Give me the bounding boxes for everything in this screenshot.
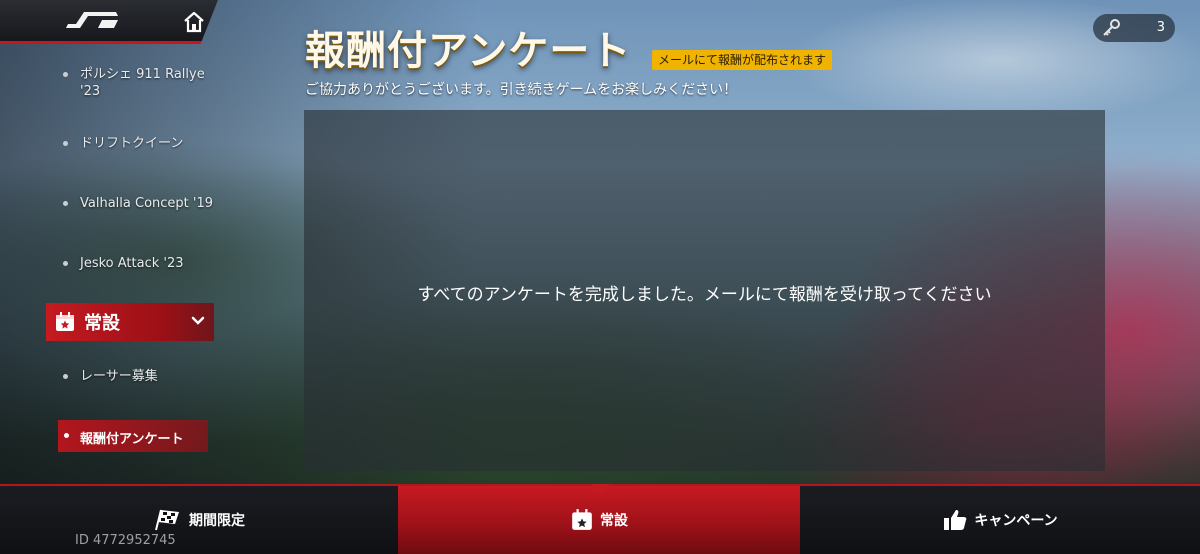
chevron-down-icon (191, 316, 205, 325)
bottom-tab-bar: 期間限定 常設 キャンペーン (0, 484, 1200, 554)
mail-reward-badge: メールにて報酬が配布されます (652, 50, 833, 70)
logo-icon (66, 12, 118, 28)
tab-label: キャンペーン (974, 513, 1058, 529)
bullet-icon (64, 433, 69, 438)
sidebar-item-label: レーサー募集 (80, 369, 158, 384)
key-icon (1103, 19, 1120, 36)
page-title: 報酬付アンケート (305, 28, 632, 74)
sidebar: ポルシェ 911 Rallye '23 ドリフトクイーン Valhalla Co… (0, 50, 220, 480)
section-header-permanent[interactable]: 常設 (46, 303, 214, 341)
sidebar-item-label: 報酬付アンケート (80, 432, 184, 447)
user-id: ID 4772952745 (75, 533, 176, 548)
thumbs-up-icon (944, 510, 967, 530)
sidebar-item-valhalla[interactable]: Valhalla Concept '19 (63, 195, 214, 212)
checkered-flag-icon (155, 509, 179, 531)
tab-limited[interactable]: 期間限定 (0, 486, 398, 554)
sidebar-item-label: ドリフトクイーン (80, 136, 184, 151)
survey-panel: すべてのアンケートを完成しました。メールにて報酬を受け取ってください (304, 110, 1105, 471)
sidebar-item-jesko[interactable]: Jesko Attack '23 (63, 255, 214, 272)
key-counter[interactable]: 3 (1093, 14, 1175, 42)
tab-label: 常設 (600, 513, 628, 529)
tab-label: 期間限定 (189, 513, 245, 529)
tab-campaign[interactable]: キャンペーン (800, 486, 1200, 554)
calendar-star-icon (572, 509, 592, 530)
bullet-icon (63, 261, 68, 266)
sidebar-item-label: Jesko Attack '23 (80, 256, 184, 271)
key-count: 3 (1156, 20, 1165, 35)
sidebar-item-label: ポルシェ 911 Rallye '23 (80, 67, 205, 99)
sidebar-item-porsche[interactable]: ポルシェ 911 Rallye '23 (63, 66, 214, 100)
tab-permanent[interactable]: 常設 (398, 486, 800, 554)
bullet-icon (63, 141, 68, 146)
bullet-icon (63, 374, 68, 379)
home-button[interactable] (170, 2, 218, 42)
calendar-star-icon (56, 312, 74, 331)
survey-complete-message: すべてのアンケートを完成しました。メールにて報酬を受け取ってください (417, 285, 992, 305)
sidebar-item-reward-survey[interactable]: 報酬付アンケート (58, 420, 208, 452)
bullet-icon (63, 72, 68, 77)
sidebar-item-label: Valhalla Concept '19 (80, 196, 214, 211)
sidebar-item-drift-queen[interactable]: ドリフトクイーン (63, 135, 214, 152)
page-subtitle: ご協力ありがとうございます。引き続きゲームをお楽しみください！ (305, 82, 738, 98)
section-header-label: 常設 (84, 313, 120, 334)
bullet-icon (63, 201, 68, 206)
home-icon (184, 11, 204, 33)
active-tab-indicator (592, 484, 610, 494)
sidebar-item-racer-recruit[interactable]: レーサー募集 (63, 368, 214, 385)
